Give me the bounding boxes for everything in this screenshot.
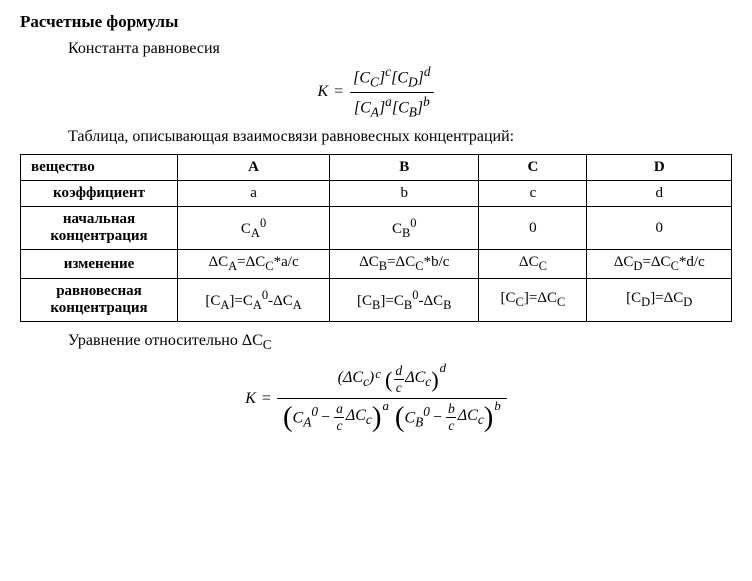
formula2-lhs: K [245,390,262,408]
table-cell: CB0 [330,207,479,250]
table-cell: [CD]=ΔCD [587,279,732,322]
formula1-fraction: [CC]c[CD]d [CA]a[CB]b [349,64,434,120]
concentration-table: вещество A B C D коэффициентabcdначальна… [20,154,732,322]
formula-k-definition: K = [CC]c[CD]d [CA]a[CB]b [20,64,732,120]
f2-num-t1-base: (ΔCc) [338,369,375,390]
table-row: коэффициентabcd [21,181,732,207]
f2-num-t2-frac: d c [393,363,404,396]
th-b: B [330,155,479,181]
formula-k-expanded: K = (ΔCc) c ( d c ΔCc ) d [20,361,732,436]
table-cell: CA0 [178,207,330,250]
formula2-fraction: (ΔCc) c ( d c ΔCc ) d ( C [277,361,507,436]
table-cell: ΔCB=ΔCC*b/c [330,250,479,279]
row-label: начальнаяконцентрация [21,207,178,250]
table-cell: 0 [479,207,587,250]
f2-den-g2-minus: − [430,409,445,427]
table-cell: 0 [587,207,732,250]
table-header-row: вещество A B C D [21,155,732,181]
formula1-numerator: [CC]c[CD]d [349,64,434,92]
f2-den-g2-frac: b c [446,401,457,434]
equation-footer: Уравнение относительно ΔCC [68,332,732,353]
formula1-denominator: [CA]a[CB]b [350,92,434,121]
table-cell: c [479,181,587,207]
table-cell: ΔCD=ΔCC*d/c [587,250,732,279]
doc-heading: Расчетные формулы [20,12,732,32]
table-row: изменениеΔCA=ΔCC*a/cΔCB=ΔCC*b/cΔCCΔCD=ΔC… [21,250,732,279]
f2-num-t1-exp: c [375,367,381,382]
formula1-eq: = [334,83,349,101]
row-label: изменение [21,250,178,279]
f2-den-g2-lead: CB0 [404,404,430,431]
f2-den-g1-lead: CA0 [293,404,319,431]
f2-den-g1-frac-n: a [334,401,345,417]
f2-den-g2-frac-d: c [446,417,456,434]
formula2-numerator: (ΔCc) c ( d c ΔCc ) d [332,361,452,398]
f2-den-g2-tail: ΔCc [458,407,484,428]
table-cell: [CA]=CA0-ΔCA [178,279,330,322]
table-cell: a [178,181,330,207]
f2-den-g1-frac-d: c [334,417,344,434]
table-row: равновеснаяконцентрация[CA]=CA0-ΔCA[CB]=… [21,279,732,322]
table-cell: b [330,181,479,207]
formula2-denominator: ( CA0 − a c ΔCc ) a ( CB0 − [277,398,507,436]
f2-den-g1-tail: ΔCc [346,407,372,428]
table-caption: Таблица, описывающая взаимосвязи равнове… [68,128,732,146]
row-label: коэффициент [21,181,178,207]
f2-den-g1-frac: a c [334,401,345,434]
f2-den-g1-minus: − [318,409,333,427]
table-cell: ΔCA=ΔCC*a/c [178,250,330,279]
table-cell: [CB]=CB0-ΔCB [330,279,479,322]
table-cell: d [587,181,732,207]
th-d: D [587,155,732,181]
table-row: начальнаяконцентрацияCA0CB000 [21,207,732,250]
f2-den-g2-exp: b [494,399,500,414]
row-label: равновеснаяконцентрация [21,279,178,322]
formula1-lhs: K [317,83,334,101]
f2-num-t2-exp: d [440,361,446,376]
formula2-eq: = [262,390,277,408]
th-a: A [178,155,330,181]
f2-num-t2-frac-n: d [393,363,404,379]
th-substance: вещество [21,155,178,181]
f2-den-g1-exp: a [382,399,388,414]
doc-subheading: Константа равновесия [68,40,732,58]
table-body: коэффициентabcdначальнаяконцентрацияCA0C… [21,181,732,322]
f2-num-t2-tail: ΔCc [405,369,431,390]
f2-num-t2-frac-d: c [394,379,404,396]
f2-den-g2-frac-n: b [446,401,457,417]
table-cell: ΔCC [479,250,587,279]
table-cell: [CC]=ΔCC [479,279,587,322]
th-c: C [479,155,587,181]
